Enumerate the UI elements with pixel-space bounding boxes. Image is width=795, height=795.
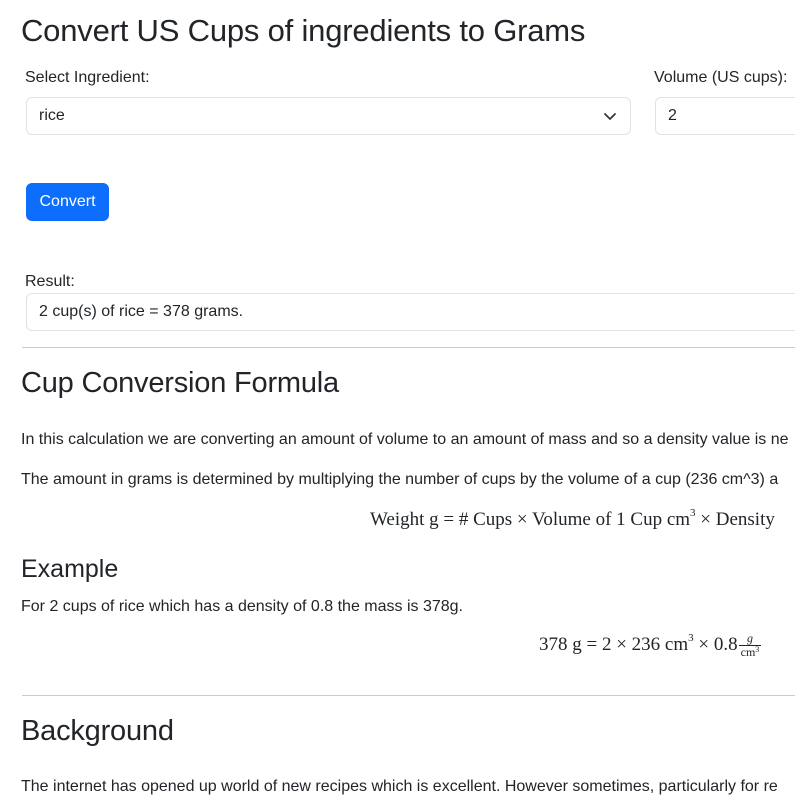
formula-heading: Cup Conversion Formula xyxy=(21,367,339,399)
ingredient-label: Select Ingredient: xyxy=(25,69,150,86)
example-equation: 378 g = 2 × 236 cm3 × 0.8 g cm3 xyxy=(539,631,762,660)
chevron-down-icon xyxy=(602,108,618,124)
volume-input[interactable]: 2 xyxy=(655,97,795,135)
divider xyxy=(22,695,795,696)
result-label: Result: xyxy=(25,273,75,290)
divider xyxy=(22,347,795,348)
volume-input-value: 2 xyxy=(668,107,677,124)
convert-button[interactable]: Convert xyxy=(26,183,109,221)
formula-paragraph-1: In this calculation we are converting an… xyxy=(21,431,789,448)
weight-formula: Weight g = # Cups × Volume of 1 Cup cm3 … xyxy=(370,507,775,530)
density-fraction: g cm3 xyxy=(738,631,762,660)
background-heading: Background xyxy=(21,715,174,747)
background-text: The internet has opened up world of new … xyxy=(21,778,778,795)
page-title: Convert US Cups of ingredients to Grams xyxy=(21,13,586,48)
example-heading: Example xyxy=(21,555,119,583)
ingredient-select[interactable]: rice xyxy=(26,97,631,135)
example-text: For 2 cups of rice which has a density o… xyxy=(21,598,463,615)
result-text: 2 cup(s) of rice = 378 grams. xyxy=(39,303,244,320)
convert-button-label: Convert xyxy=(39,193,96,210)
volume-label: Volume (US cups): xyxy=(654,69,788,86)
formula-paragraph-2: The amount in grams is determined by mul… xyxy=(21,471,779,488)
ingredient-select-value: rice xyxy=(39,107,65,124)
result-output: 2 cup(s) of rice = 378 grams. xyxy=(26,293,795,331)
